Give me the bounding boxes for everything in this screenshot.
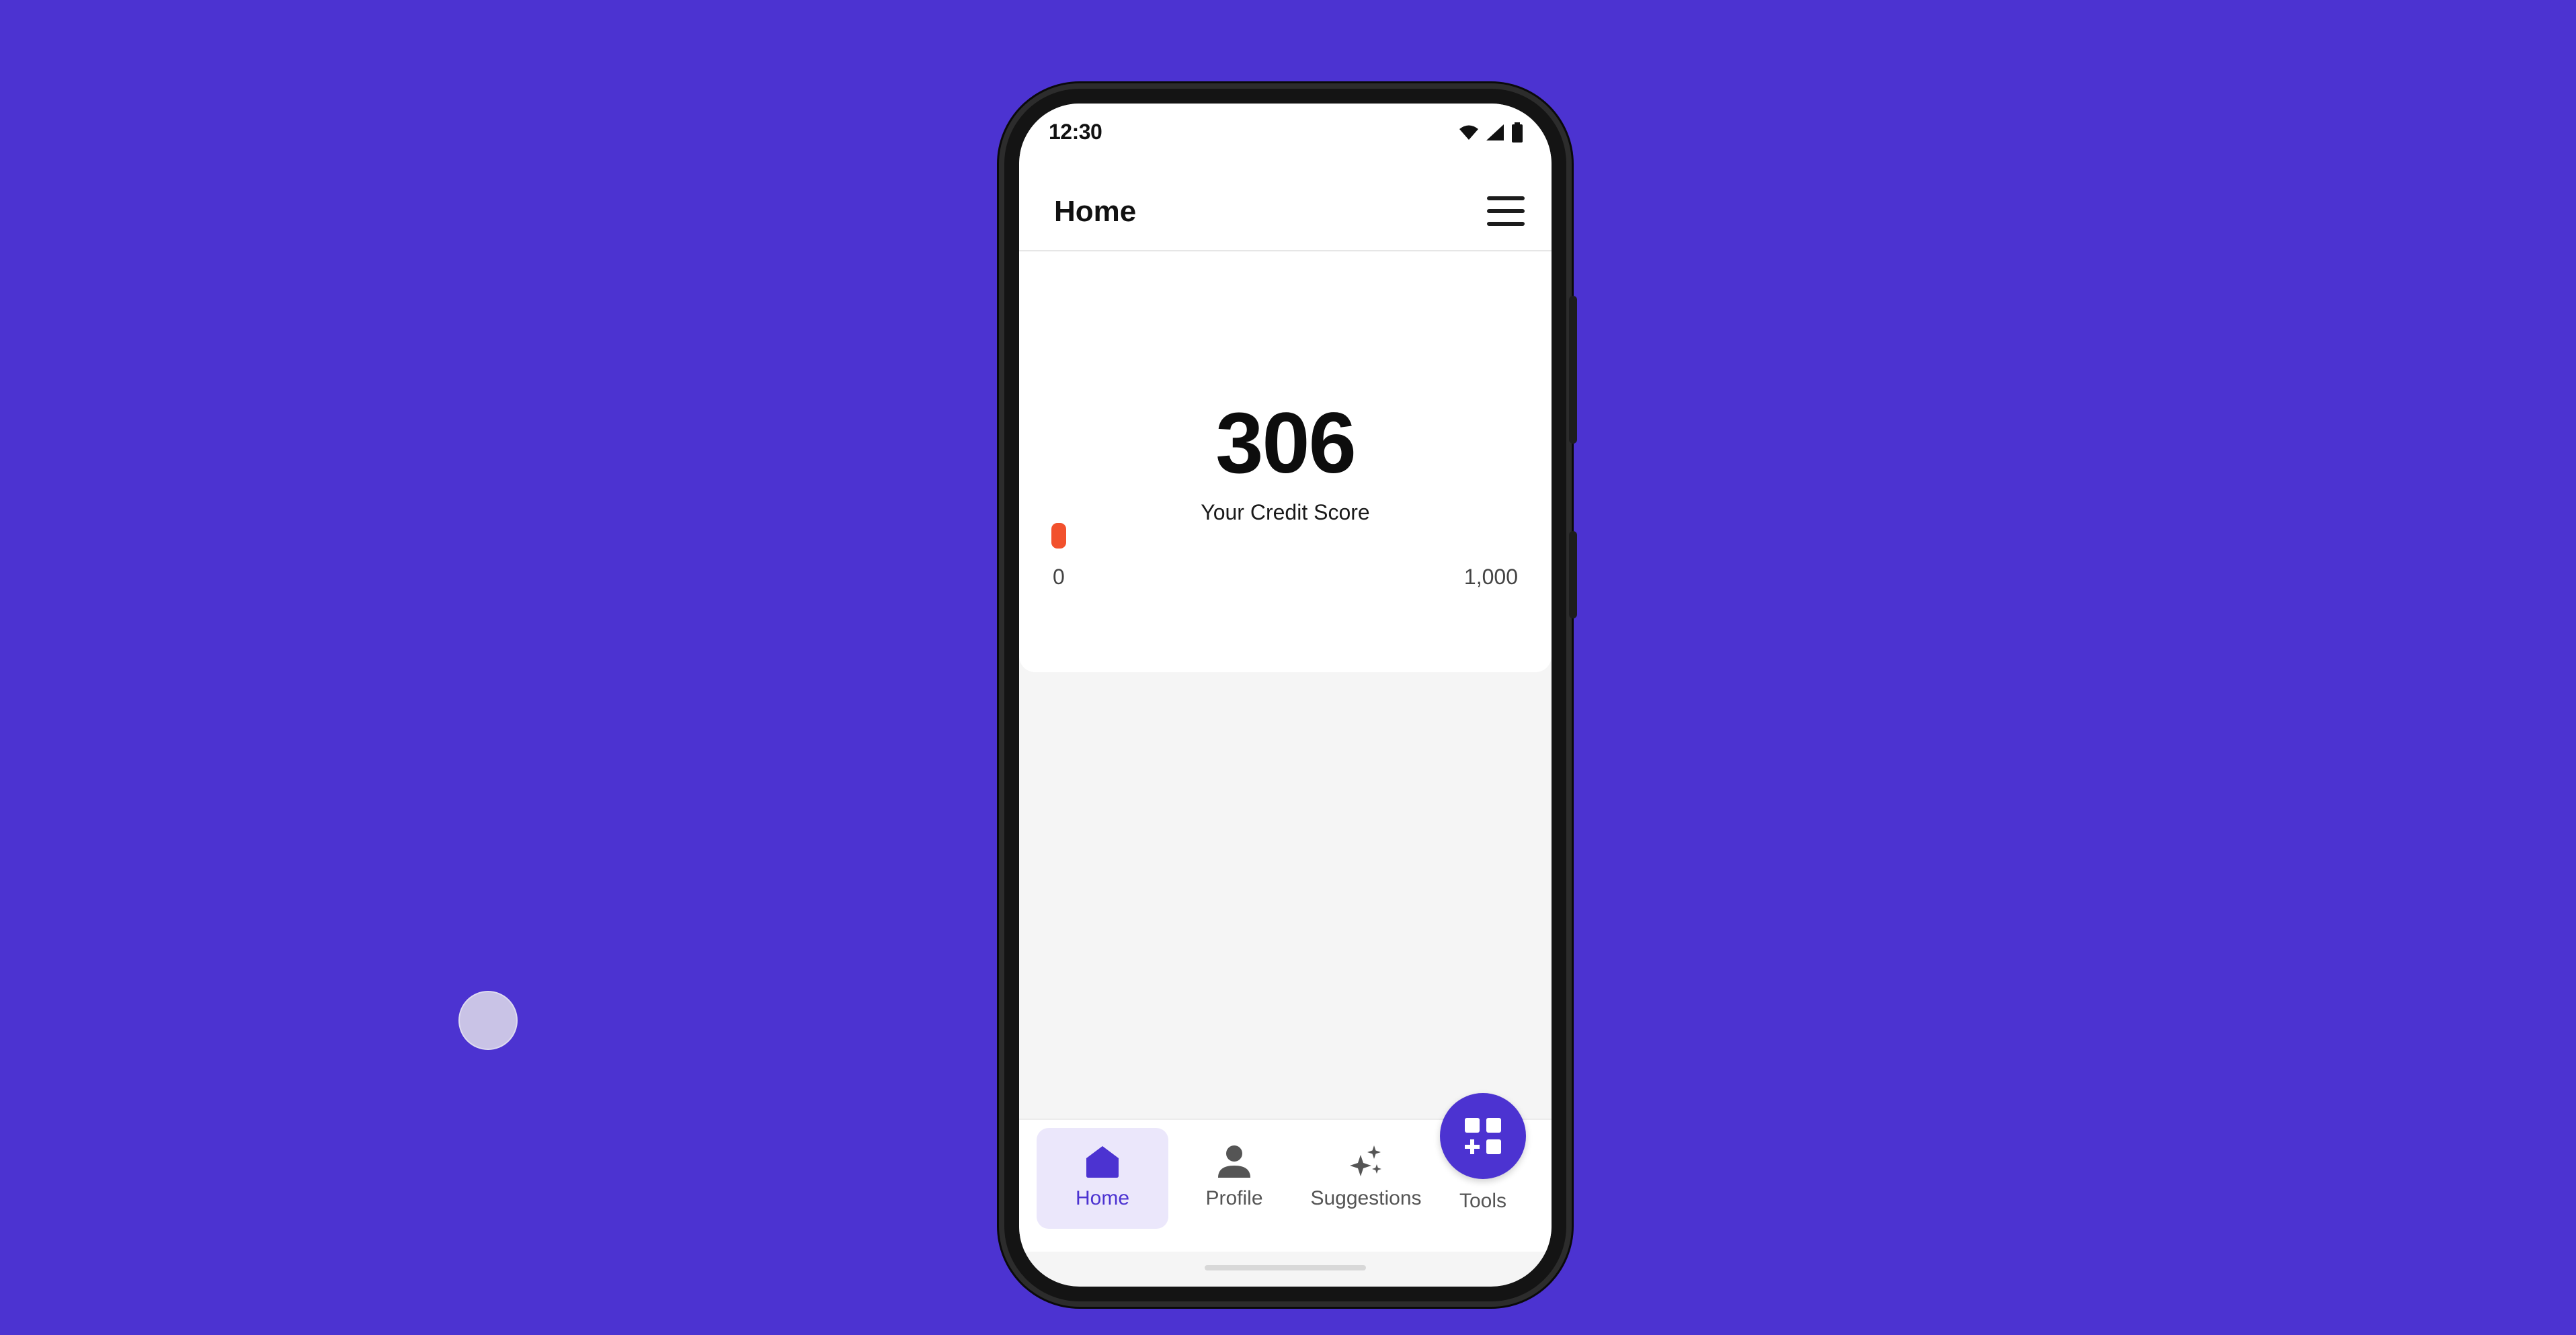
page-title: Home [1054, 195, 1137, 228]
app-bar: Home [1019, 171, 1552, 251]
credit-score-label: Your Credit Score [1201, 500, 1370, 524]
person-icon [1218, 1145, 1250, 1178]
touch-indicator [458, 991, 518, 1050]
nav-label-tools: Tools [1459, 1190, 1507, 1212]
nav-label-suggestions: Suggestions [1310, 1187, 1422, 1209]
tools-grid-icon [1465, 1118, 1501, 1154]
battery-icon [1512, 122, 1523, 143]
phone-screen: 12:30 Home 306 Your Credit Score 0 1,000… [1019, 104, 1552, 1287]
menu-line [1487, 222, 1525, 226]
sparkle-icon [1350, 1145, 1381, 1176]
credit-score-value: 306 [1215, 395, 1357, 491]
wifi-icon [1459, 125, 1478, 140]
signal-icon [1486, 124, 1504, 140]
nav-item-profile[interactable]: Profile [1168, 1128, 1300, 1229]
tools-fab-button[interactable] [1440, 1093, 1526, 1179]
stage: 12:30 Home 306 Your Credit Score 0 1,000… [0, 0, 2576, 1335]
status-icons [1459, 122, 1523, 143]
gesture-handle[interactable] [1205, 1265, 1366, 1270]
nav-label-home: Home [1075, 1187, 1130, 1209]
score-range-max: 1,000 [1463, 565, 1518, 589]
home-icon [1086, 1146, 1119, 1178]
nav-item-suggestions[interactable]: Suggestions [1300, 1128, 1432, 1229]
menu-line [1487, 209, 1525, 213]
power-button [1569, 296, 1577, 444]
nav-item-home[interactable]: Home [1037, 1128, 1168, 1229]
score-marker [1051, 523, 1066, 549]
score-range-min: 0 [1053, 565, 1065, 589]
status-time: 12:30 [1049, 120, 1102, 144]
menu-line [1487, 196, 1525, 200]
hamburger-menu-icon[interactable] [1487, 196, 1525, 226]
status-bar: 12:30 [1019, 104, 1552, 171]
nav-label-profile: Profile [1205, 1187, 1263, 1209]
credit-score-card[interactable]: 306 Your Credit Score 0 1,000 [1019, 251, 1552, 672]
volume-button [1569, 531, 1577, 618]
